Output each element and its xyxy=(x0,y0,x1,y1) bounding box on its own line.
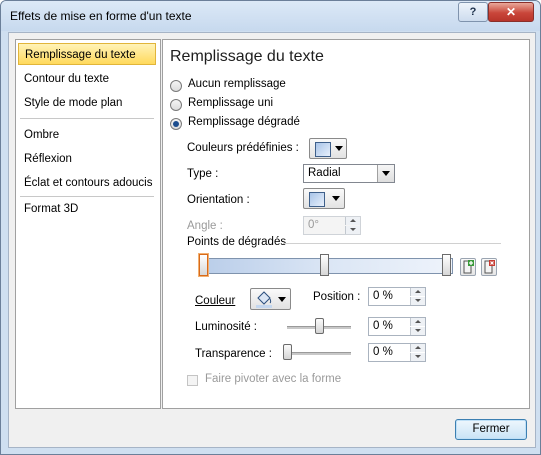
transparency-value: 0 % xyxy=(373,346,393,358)
panel-title: Remplissage du texte xyxy=(170,48,324,65)
rotate-with-shape-checkbox[interactable] xyxy=(187,375,198,386)
angle-label: Angle : xyxy=(187,220,223,232)
help-button[interactable]: ? xyxy=(458,2,488,22)
brightness-spinner[interactable]: 0 % xyxy=(368,317,426,336)
type-select-button[interactable] xyxy=(377,165,394,182)
sidebar-divider xyxy=(20,118,154,119)
brightness-label: Luminosité : xyxy=(195,321,258,333)
transparency-label: Transparence : xyxy=(195,348,272,360)
type-select[interactable]: Radial xyxy=(303,164,395,183)
preset-colors-dropdown[interactable] xyxy=(309,138,347,159)
gradient-stop-1[interactable] xyxy=(199,254,208,276)
transparency-spinner[interactable]: 0 % xyxy=(368,343,426,362)
add-stop-icon xyxy=(463,260,474,274)
sidebar-item-outline-style[interactable]: Style de mode plan xyxy=(18,92,156,114)
gradient-stops-heading: Points de dégradés xyxy=(187,236,287,248)
spin-up-button[interactable] xyxy=(410,288,425,296)
title-bar: Effets de mise en forme d'un texte ? ✕ xyxy=(1,1,540,31)
chevron-down-icon xyxy=(335,146,343,151)
gradient-fill-radio[interactable] xyxy=(170,118,182,130)
close-button[interactable]: Fermer xyxy=(455,419,527,440)
position-value: 0 % xyxy=(373,290,393,302)
paint-bucket-icon xyxy=(256,291,272,308)
settings-panel: Remplissage du texte Aucun remplissage R… xyxy=(162,39,530,409)
sidebar-item-shadow[interactable]: Ombre xyxy=(18,124,156,146)
gradient-fill-label: Remplissage dégradé xyxy=(188,116,300,128)
gradient-direction-icon xyxy=(309,192,325,207)
rotate-with-shape-label: Faire pivoter avec la forme xyxy=(205,373,342,385)
close-window-button[interactable]: ✕ xyxy=(488,2,534,22)
category-list: Remplissage du texte Contour du texte St… xyxy=(15,39,161,409)
sidebar-item-glow-soft-edges[interactable]: Éclat et contours adoucis xyxy=(18,172,156,194)
stop-color-picker[interactable] xyxy=(250,288,291,310)
section-divider xyxy=(283,243,501,244)
preset-colors-label: Couleurs prédéfinies : xyxy=(187,142,299,154)
spin-down-button[interactable] xyxy=(410,297,425,305)
chevron-down-icon xyxy=(382,171,390,176)
solid-fill-label: Remplissage uni xyxy=(188,97,274,109)
spin-up-button[interactable] xyxy=(345,217,360,225)
transparency-slider-thumb[interactable] xyxy=(283,344,292,360)
angle-value: 0° xyxy=(308,219,319,231)
sidebar-item-text-outline[interactable]: Contour du texte xyxy=(18,68,156,90)
remove-gradient-stop-button[interactable] xyxy=(481,258,497,276)
window-title: Effets de mise en forme d'un texte xyxy=(10,9,192,23)
spin-down-button[interactable] xyxy=(410,353,425,361)
dialog-body: Remplissage du texte Contour du texte St… xyxy=(8,32,536,448)
spin-down-button[interactable] xyxy=(345,226,360,234)
orientation-dropdown[interactable] xyxy=(303,188,345,209)
sidebar-divider xyxy=(20,196,154,197)
position-spinner[interactable]: 0 % xyxy=(368,287,426,306)
sidebar-item-text-fill[interactable]: Remplissage du texte xyxy=(18,43,156,65)
add-gradient-stop-button[interactable] xyxy=(460,258,476,276)
type-value: Radial xyxy=(308,167,341,179)
spin-up-button[interactable] xyxy=(410,318,425,326)
solid-fill-radio[interactable] xyxy=(170,99,182,111)
color-label: Couleur xyxy=(195,295,236,307)
no-fill-label: Aucun remplissage xyxy=(188,78,286,90)
spin-down-button[interactable] xyxy=(410,327,425,335)
type-label: Type : xyxy=(187,168,219,180)
orientation-label: Orientation : xyxy=(187,194,250,206)
brightness-value: 0 % xyxy=(373,320,393,332)
spin-up-button[interactable] xyxy=(410,344,425,352)
angle-spinner[interactable]: 0° xyxy=(303,216,361,235)
gradient-stop-2[interactable] xyxy=(320,254,329,276)
chevron-down-icon xyxy=(278,297,286,302)
brightness-slider-thumb[interactable] xyxy=(315,318,324,334)
sidebar-item-reflection[interactable]: Réflexion xyxy=(18,148,156,170)
dialog-window: Effets de mise en forme d'un texte ? ✕ R… xyxy=(0,0,541,455)
sidebar-item-3d-format[interactable]: Format 3D xyxy=(18,198,156,220)
chevron-down-icon xyxy=(332,196,340,201)
remove-stop-icon xyxy=(484,260,495,274)
transparency-slider-track[interactable] xyxy=(287,352,351,355)
position-label: Position : xyxy=(313,291,361,303)
gradient-swatch-icon xyxy=(315,142,331,157)
gradient-stop-3[interactable] xyxy=(442,254,451,276)
no-fill-radio[interactable] xyxy=(170,80,182,92)
